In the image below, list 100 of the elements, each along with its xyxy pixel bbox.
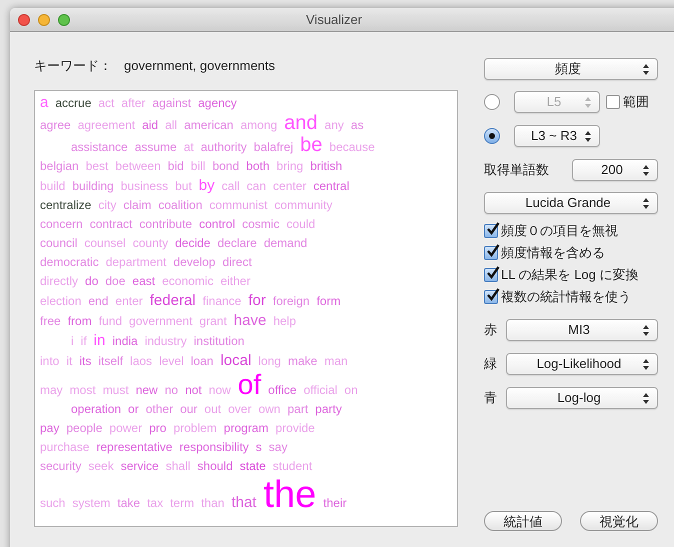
cloud-word: over (228, 401, 252, 418)
cloud-word: student (272, 458, 312, 475)
action-button[interactable]: 統計値 (484, 511, 562, 531)
stepper-arrows-icon (643, 198, 649, 208)
cloud-word: or (128, 401, 139, 418)
cloud-word: s (256, 439, 262, 456)
cloud-word: service (120, 458, 159, 475)
cloud-word: centralize (40, 197, 92, 214)
cloud-word: representative (96, 439, 172, 456)
checkbox[interactable] (484, 246, 498, 260)
range-label: 範囲 (623, 93, 649, 112)
cloud-word: term (170, 495, 194, 512)
measure-select[interactable]: 頻度 (484, 58, 658, 80)
cloud-word: directly (40, 273, 78, 290)
channel-select[interactable]: Log-log (506, 387, 658, 409)
cloud-word: program (224, 420, 268, 437)
cloud-word: free (40, 313, 61, 330)
cloud-word: our (180, 401, 198, 418)
checkbox[interactable] (484, 224, 498, 238)
checkbox[interactable] (484, 290, 498, 304)
word-count-stepper[interactable]: 200 (572, 159, 658, 181)
cloud-word: foreign (272, 293, 310, 310)
cloud-word: and (284, 113, 318, 134)
stepper-arrows-icon (643, 392, 649, 404)
cloud-word: should (197, 458, 233, 475)
cloud-word: agree (40, 117, 71, 134)
cloud-word: most (70, 382, 96, 399)
cloud-word: the (263, 476, 316, 514)
cloud-word: federal (150, 291, 196, 310)
channel-select[interactable]: Log-Likelihood (506, 353, 658, 375)
cloud-word: if (80, 333, 87, 350)
cloud-word: counsel (84, 235, 126, 252)
cloud-word: assistance (71, 139, 128, 156)
cloud-word: contribute (139, 216, 192, 233)
cloud-word: responsibility (179, 439, 249, 456)
cloud-word: communist (209, 197, 268, 214)
cloud-word: pro (149, 420, 166, 437)
stepper-arrows-icon (643, 164, 649, 176)
cloud-word: can (246, 178, 266, 195)
cloud-word: itself (98, 353, 124, 370)
cloud-word: i (71, 333, 74, 350)
cloud-word: purchase (40, 439, 90, 456)
cloud-word: british (310, 158, 342, 175)
cloud-word: council (40, 235, 78, 252)
cloud-word: against (152, 95, 192, 112)
cloud-word: out (204, 401, 222, 418)
cloud-word: government (129, 313, 192, 330)
cloud-word: state (240, 458, 266, 475)
cloud-word: call (222, 178, 240, 195)
channel-select[interactable]: MI3 (506, 319, 658, 341)
cloud-word: say (268, 439, 288, 456)
checkmark-icon (486, 266, 500, 280)
cloud-word: problem (173, 420, 217, 437)
cloud-word: have (234, 311, 266, 330)
cloud-word: business (120, 178, 168, 195)
cloud-word: system (72, 495, 110, 512)
cloud-word: it (66, 353, 72, 370)
cloud-word: enter (115, 293, 143, 310)
cloud-word: election (40, 293, 82, 310)
cloud-word: between (115, 158, 161, 175)
cloud-word: act (98, 95, 114, 112)
option-label: LL の結果を Log に変換 (501, 266, 639, 284)
cloud-word: for (248, 291, 266, 310)
cloud-word: no (164, 382, 178, 399)
cloud-word: its (79, 353, 92, 370)
cloud-word: aid (142, 117, 158, 134)
cloud-word: all (165, 117, 178, 134)
cloud-word: a (40, 93, 48, 112)
cloud-word: security (40, 458, 82, 475)
cloud-word: seek (88, 458, 114, 475)
cloud-word: concern (40, 216, 83, 233)
cloud-word: develop (173, 254, 216, 271)
cloud-word: both (246, 158, 270, 175)
word-count-label: 取得単語数 (484, 161, 549, 180)
close-button[interactable] (18, 14, 30, 26)
cloud-word: after (121, 95, 146, 112)
zoom-button[interactable] (58, 14, 70, 26)
cloud-word: agency (198, 95, 237, 112)
cloud-word: at (184, 139, 194, 156)
font-select[interactable]: Lucida Grande (484, 192, 658, 214)
cloud-word: accrue (55, 95, 92, 112)
cloud-word: end (88, 293, 108, 310)
cloud-word: their (323, 495, 347, 512)
checkbox[interactable] (484, 268, 498, 282)
action-button[interactable]: 視覚化 (580, 511, 658, 531)
cloud-word: other (146, 401, 174, 418)
cloud-word: bill (190, 158, 206, 175)
cloud-word: from (68, 313, 92, 330)
cloud-word: be (300, 135, 322, 156)
channel-label: 青 (484, 389, 497, 408)
cloud-word: declare (217, 235, 257, 252)
checkmark-icon (486, 288, 500, 302)
cloud-word: take (117, 495, 140, 512)
cloud-word: control (199, 216, 236, 233)
cloud-word: but (175, 178, 192, 195)
radio-button[interactable] (484, 128, 500, 144)
cloud-word: institution (194, 333, 244, 350)
cloud-word: bring (276, 158, 304, 175)
cloud-word: build (40, 178, 66, 195)
span-stepper[interactable]: L3 ~ R3 (514, 125, 600, 147)
